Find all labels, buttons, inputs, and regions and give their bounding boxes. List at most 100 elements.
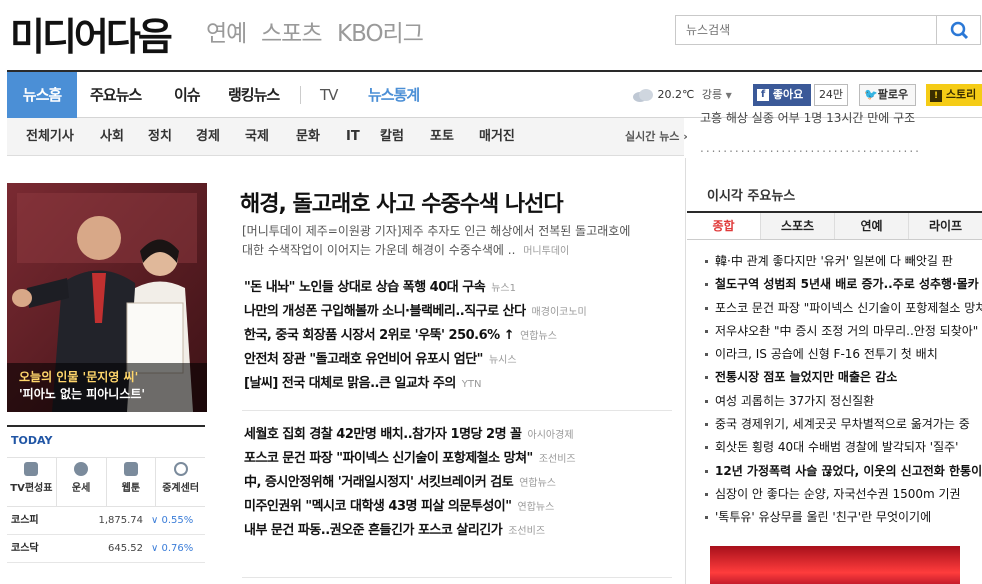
tab-sports[interactable]: 스포츠 (761, 213, 835, 239)
facebook-like-count: 24만 (814, 84, 848, 106)
subnav-society[interactable]: 사회 (100, 118, 124, 156)
today-tv-schedule[interactable]: TV편성표 (7, 458, 57, 506)
tv-schedule-label: TV편성표 (10, 483, 53, 494)
subnav-it[interactable]: IT (346, 118, 360, 156)
market-name: 코스피 (11, 515, 39, 526)
today-fortune[interactable]: 운세 (57, 458, 107, 506)
nav-kbo-league[interactable]: KBO리그 (337, 14, 424, 48)
market-value: 645.52 (108, 543, 143, 554)
facebook-like-label: 좋아요 (772, 88, 804, 101)
search-button[interactable] (936, 15, 981, 45)
webtoon-label: 웹툰 (121, 483, 141, 494)
nav-news-home[interactable]: 뉴스홈 (7, 72, 77, 118)
headline-news-tabs: 종합 스포츠 연예 라이프 (687, 211, 982, 240)
twitter-icon: 🐦 (864, 88, 878, 101)
nav-top-news[interactable]: 주요뉴스 (90, 72, 142, 118)
caption-line-2: '피아노 없는 피아니스트' (19, 387, 146, 401)
market-row-kosdaq[interactable]: 코스닥 645.52 ∨ 0.76% (7, 535, 205, 563)
right-column-photo[interactable] (710, 546, 960, 584)
today-broadcast-center[interactable]: 중계센터 (156, 458, 205, 506)
top-story-headline[interactable]: 해경, 돌고래호 사고 수중수색 나선다 (240, 186, 564, 218)
live-news-ticker[interactable]: 고흥 해상 실종 어부 1명 13시간 만에 구조 ..............… (700, 110, 982, 156)
story-icon: ! (930, 90, 942, 102)
list-item[interactable]: 韓·中 관계 좋다지만 '유커' 일본에 다 빼앗길 판 (705, 250, 982, 273)
caption-line-1: 오늘의 인물 '문지영 씨' (19, 370, 139, 384)
subnav-photo[interactable]: 포토 (430, 118, 454, 156)
ticker-item[interactable]: 고흥 해상 실종 어부 1명 13시간 만에 구조 (700, 110, 982, 126)
list-item[interactable]: 내부 문건 파동..권오준 흔들긴가 포스코 살리긴가 조선비즈 (244, 520, 664, 544)
list-item[interactable]: 전통시장 점포 늘었지만 매출은 감소 (705, 366, 982, 389)
live-news-link[interactable]: 실시간 뉴스 › (625, 118, 688, 156)
subnav-column[interactable]: 칼럼 (380, 118, 404, 156)
twitter-follow-button[interactable]: 🐦팔로우 (859, 84, 916, 106)
webtoon-icon (123, 462, 138, 476)
divider (242, 410, 672, 411)
list-item[interactable]: 나만의 개성폰 구입해볼까 소니·블랙베리..직구로 산다 매경이코노미 (244, 301, 664, 325)
headline-news-title: 이시각 주요뉴스 (707, 189, 796, 204)
divider (242, 577, 672, 578)
list-item[interactable]: 여성 괴롭히는 37가지 정신질환 (705, 390, 982, 413)
news-list-1: "돈 내놔" 노인들 상대로 상습 폭행 40대 구속 뉴스1 나만의 개성폰 구… (244, 277, 664, 397)
site-logo[interactable]: 미디어다음 (10, 6, 173, 61)
feature-photo-caption[interactable]: 오늘의 인물 '문지영 씨' '피아노 없는 피아니스트' (7, 363, 207, 412)
subnav-culture[interactable]: 문화 (296, 118, 320, 156)
nav-ranking-news[interactable]: 랭킹뉴스 (228, 72, 280, 118)
fortune-icon (74, 462, 89, 476)
twitter-follow-label: 팔로우 (877, 88, 909, 101)
nav-entertainment[interactable]: 연예 (206, 14, 247, 48)
list-item[interactable]: [날씨] 전국 대체로 맑음..큰 일교차 주의 YTN (244, 373, 664, 397)
list-item[interactable]: 심장이 안 좋다는 순양, 자국선수권 1500m 기권 (705, 483, 982, 506)
list-item[interactable]: 저우샤오촨 "中 증시 조정 거의 마무리..안정 되찾아" (705, 320, 982, 343)
list-item[interactable]: '톡투유' 유상무를 울린 '친구'란 무엇이기에 (705, 506, 982, 529)
cloud-icon (633, 89, 653, 102)
list-item[interactable]: 이라크, IS 공습에 신형 F-16 전투기 첫 배치 (705, 343, 982, 366)
list-item[interactable]: 회삿돈 횡령 40대 수배범 경찰에 발각되자 '질주' (705, 436, 982, 459)
chevron-down-icon: ▼ (725, 91, 732, 100)
list-item[interactable]: 포스코 문건 파장 "파이넥스 신기술이 포항제철소 망쳐" 조선비즈 (244, 448, 664, 472)
tab-general[interactable]: 종합 (687, 213, 761, 239)
nav-issue[interactable]: 이슈 (174, 72, 201, 118)
subnav-all-articles[interactable]: 전체기사 (26, 118, 74, 156)
broadcast-label: 중계센터 (162, 483, 200, 494)
today-webtoon[interactable]: 웹툰 (107, 458, 157, 506)
list-item[interactable]: 한국, 중국 회장품 시장서 2위로 '우뚝' 250.6% ↑ 연합뉴스 (244, 325, 664, 349)
list-item[interactable]: 안전처 장관 "돌고래호 유언비어 유포시 엄단" 뉴시스 (244, 349, 664, 373)
nav-sports[interactable]: 스포츠 (261, 14, 322, 48)
today-title: TODAY (11, 434, 53, 447)
nav-news-stats[interactable]: 뉴스통계 (368, 72, 420, 118)
nav-separator (300, 86, 301, 104)
tab-life[interactable]: 라이프 (909, 213, 982, 239)
list-item[interactable]: 中, 증시안정위해 '거래일시정지' 서킷브레이커 검토 연합뉴스 (244, 472, 664, 496)
subnav-economy[interactable]: 경제 (196, 118, 220, 156)
fortune-label: 운세 (71, 483, 91, 494)
subnav-politics[interactable]: 정치 (148, 118, 172, 156)
broadcast-icon (173, 462, 188, 476)
ticker-item-partial: ...................................... (700, 141, 921, 155)
market-name: 코스닥 (11, 543, 39, 554)
story-button[interactable]: ! 스토리 (926, 84, 982, 106)
facebook-icon: f (757, 89, 769, 101)
list-item[interactable]: 중국 경제위기, 세계곳곳 무차별적으로 옮겨가는 중 (705, 413, 982, 436)
story-label: 스토리 (945, 88, 977, 101)
list-item[interactable]: 포스코 문건 파장 "파이넥스 신기술이 포항제철소 망쳐" (705, 297, 982, 320)
nav-tv[interactable]: TV (320, 72, 338, 118)
subnav-international[interactable]: 국제 (245, 118, 269, 156)
list-item[interactable]: 12년 가정폭력 사슬 끊었다, 이웃의 신고전화 한통이 (705, 460, 982, 483)
market-change: ∨ 0.76% (151, 543, 194, 554)
list-item[interactable]: 세월호 집회 경찰 42만명 배치..참가자 1명당 2명 꼴 아시아경제 (244, 424, 664, 448)
weather-location: 강릉 (701, 88, 723, 101)
market-row-kospi[interactable]: 코스피 1,875.74 ∨ 0.55% (7, 507, 205, 535)
list-item[interactable]: 철도구역 성범죄 5년새 배로 증가..주로 성추행·몰카 (705, 273, 982, 296)
market-value: 1,875.74 (98, 515, 143, 526)
weather-widget[interactable]: 20.2℃ 강릉 ▼ (632, 84, 732, 106)
facebook-like-button[interactable]: f 좋아요 (753, 84, 811, 106)
subnav-magazine[interactable]: 매거진 (479, 118, 515, 156)
top-story-summary[interactable]: [머니투데이 제주=이원광 기자]제주 추자도 인근 해상에서 전복된 돌고래호… (242, 222, 642, 261)
search-input[interactable] (675, 15, 937, 45)
list-item[interactable]: "돈 내놔" 노인들 상대로 상습 폭행 40대 구속 뉴스1 (244, 277, 664, 301)
headline-news-list: 韓·中 관계 좋다지만 '유커' 일본에 다 빼앗길 판 철도구역 성범죄 5년… (705, 250, 982, 530)
summary-source: 머니투데이 (523, 246, 570, 257)
tab-entertainment[interactable]: 연예 (835, 213, 909, 239)
news-list-2: 세월호 집회 경찰 42만명 배치..참가자 1명당 2명 꼴 아시아경제 포스코… (244, 424, 664, 544)
list-item[interactable]: 미주인권위 "멕시코 대학생 43명 피살 의문투성이" 연합뉴스 (244, 496, 664, 520)
